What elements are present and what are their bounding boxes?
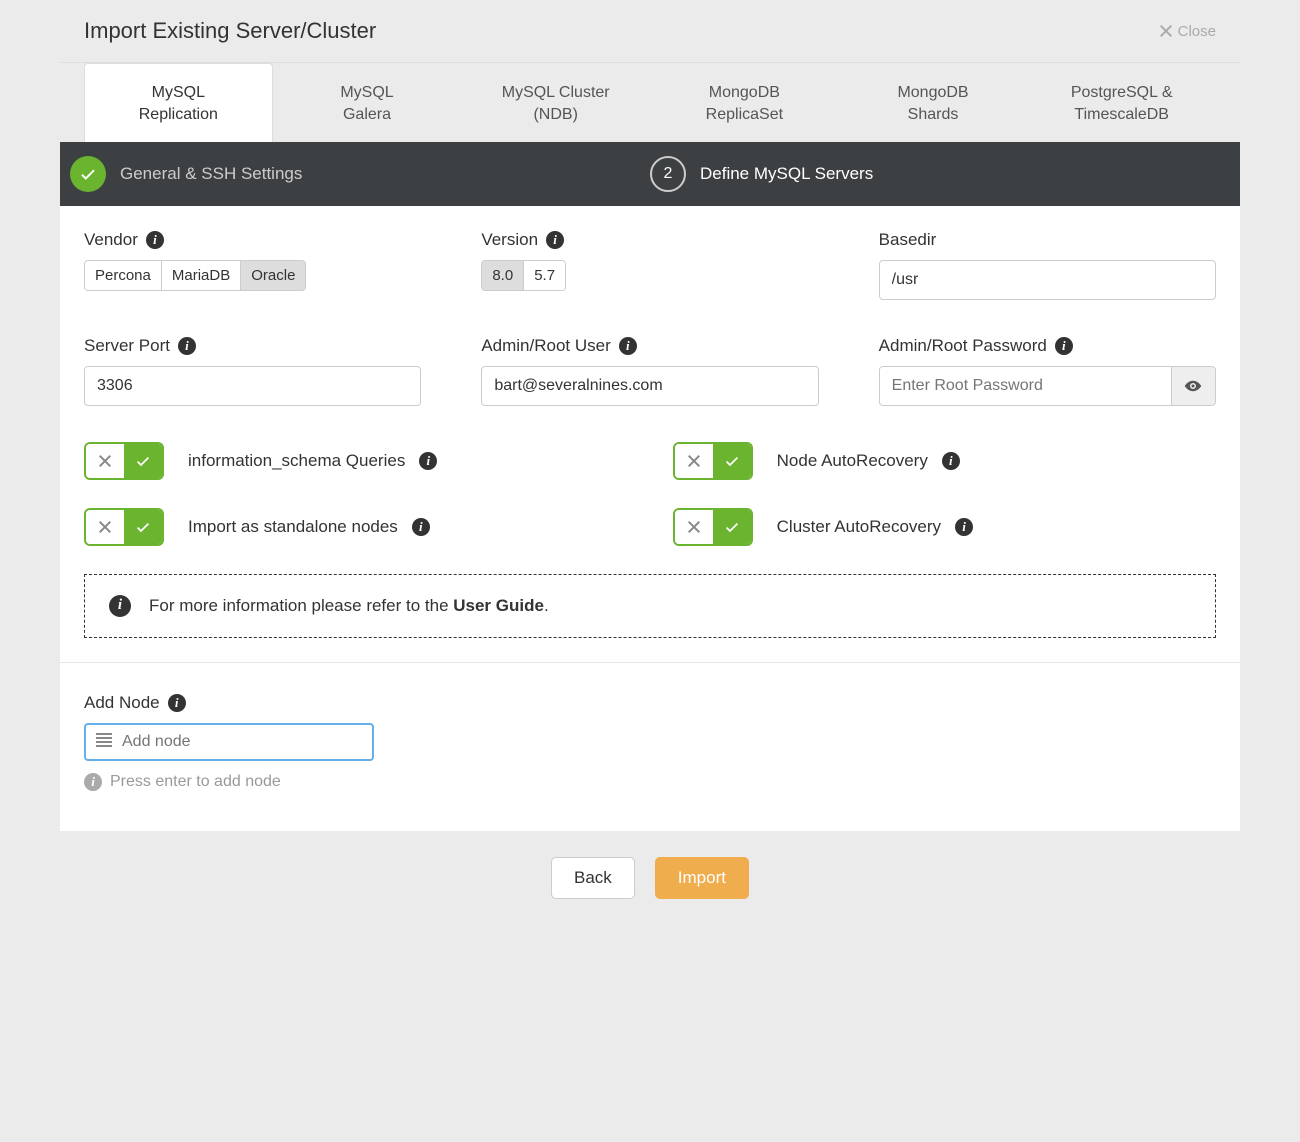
add-node-label: Add Nodei bbox=[84, 693, 1216, 713]
info-icon[interactable]: i bbox=[168, 694, 186, 712]
back-button[interactable]: Back bbox=[551, 857, 635, 899]
info-icon[interactable]: i bbox=[1055, 337, 1073, 355]
tab-mongodb-replicaset[interactable]: MongoDBReplicaSet bbox=[650, 63, 839, 142]
toggle-standalone-nodes[interactable] bbox=[84, 508, 164, 546]
version-8-0[interactable]: 8.0 bbox=[482, 261, 524, 290]
toggle-cluster-autorecovery[interactable] bbox=[673, 508, 753, 546]
user-guide-link[interactable]: User Guide bbox=[453, 596, 544, 615]
wizard-steps: General & SSH Settings 2 Define MySQL Se… bbox=[60, 142, 1240, 206]
step-label: Define MySQL Servers bbox=[700, 164, 873, 184]
vendor-oracle[interactable]: Oracle bbox=[241, 261, 305, 290]
check-icon bbox=[135, 453, 151, 469]
info-icon[interactable]: i bbox=[412, 518, 430, 536]
tab-mysql-cluster-ndb[interactable]: MySQL Cluster(NDB) bbox=[461, 63, 650, 142]
info-icon: i bbox=[84, 773, 102, 791]
add-node-field[interactable] bbox=[84, 723, 374, 761]
version-label: Versioni bbox=[481, 230, 818, 250]
vendor-label: Vendori bbox=[84, 230, 421, 250]
info-icon[interactable]: i bbox=[546, 231, 564, 249]
basedir-label: Basedir bbox=[879, 230, 1216, 250]
check-icon bbox=[724, 519, 740, 535]
step-number-icon: 2 bbox=[650, 156, 686, 192]
server-port-input[interactable] bbox=[84, 366, 421, 406]
x-icon bbox=[99, 521, 111, 533]
step-define-servers[interactable]: 2 Define MySQL Servers bbox=[650, 156, 1230, 192]
modal-title: Import Existing Server/Cluster bbox=[84, 18, 376, 44]
admin-user-label: Admin/Root Useri bbox=[481, 336, 818, 356]
info-icon[interactable]: i bbox=[955, 518, 973, 536]
vendor-group: Percona MariaDB Oracle bbox=[84, 260, 306, 291]
check-icon bbox=[135, 519, 151, 535]
version-group: 8.0 5.7 bbox=[481, 260, 566, 291]
add-node-hint: i Press enter to add node bbox=[84, 773, 1216, 791]
x-icon bbox=[688, 521, 700, 533]
tab-mysql-galera[interactable]: MySQLGalera bbox=[273, 63, 462, 142]
x-icon bbox=[688, 455, 700, 467]
step-label: General & SSH Settings bbox=[120, 164, 302, 184]
close-label: Close bbox=[1178, 23, 1216, 40]
vendor-mariadb[interactable]: MariaDB bbox=[162, 261, 241, 290]
check-icon bbox=[724, 453, 740, 469]
toggle-label: information_schema Queriesi bbox=[188, 451, 437, 471]
info-icon[interactable]: i bbox=[178, 337, 196, 355]
toggle-label: Node AutoRecoveryi bbox=[777, 451, 960, 471]
toggle-label: Cluster AutoRecoveryi bbox=[777, 517, 973, 537]
info-icon[interactable]: i bbox=[146, 231, 164, 249]
info-icon[interactable]: i bbox=[419, 452, 437, 470]
admin-password-input[interactable] bbox=[880, 367, 1171, 405]
server-port-label: Server Porti bbox=[84, 336, 421, 356]
list-icon bbox=[96, 733, 112, 751]
toggle-password-visibility[interactable] bbox=[1171, 367, 1215, 405]
close-button[interactable]: Close bbox=[1160, 23, 1216, 40]
admin-password-label: Admin/Root Passwordi bbox=[879, 336, 1216, 356]
version-5-7[interactable]: 5.7 bbox=[524, 261, 565, 290]
toggle-node-autorecovery[interactable] bbox=[673, 442, 753, 480]
user-guide-notice: i For more information please refer to t… bbox=[84, 574, 1216, 638]
vendor-percona[interactable]: Percona bbox=[85, 261, 162, 290]
tabs-bar: MySQLReplication MySQLGalera MySQL Clust… bbox=[60, 63, 1240, 142]
eye-icon bbox=[1184, 377, 1202, 395]
toggle-information-schema[interactable] bbox=[84, 442, 164, 480]
basedir-input[interactable] bbox=[879, 260, 1216, 300]
toggle-label: Import as standalone nodesi bbox=[188, 517, 430, 537]
import-button[interactable]: Import bbox=[655, 857, 749, 899]
tab-mongodb-shards[interactable]: MongoDBShards bbox=[839, 63, 1028, 142]
info-icon: i bbox=[109, 595, 131, 617]
info-icon[interactable]: i bbox=[619, 337, 637, 355]
info-icon[interactable]: i bbox=[942, 452, 960, 470]
x-icon bbox=[99, 455, 111, 467]
admin-user-input[interactable] bbox=[481, 366, 818, 406]
step-general-ssh[interactable]: General & SSH Settings bbox=[70, 156, 650, 192]
check-icon bbox=[70, 156, 106, 192]
add-node-input[interactable] bbox=[122, 733, 362, 751]
close-icon bbox=[1160, 25, 1172, 37]
tab-mysql-replication[interactable]: MySQLReplication bbox=[84, 63, 273, 142]
tab-postgresql-timescaledb[interactable]: PostgreSQL &TimescaleDB bbox=[1027, 63, 1216, 142]
